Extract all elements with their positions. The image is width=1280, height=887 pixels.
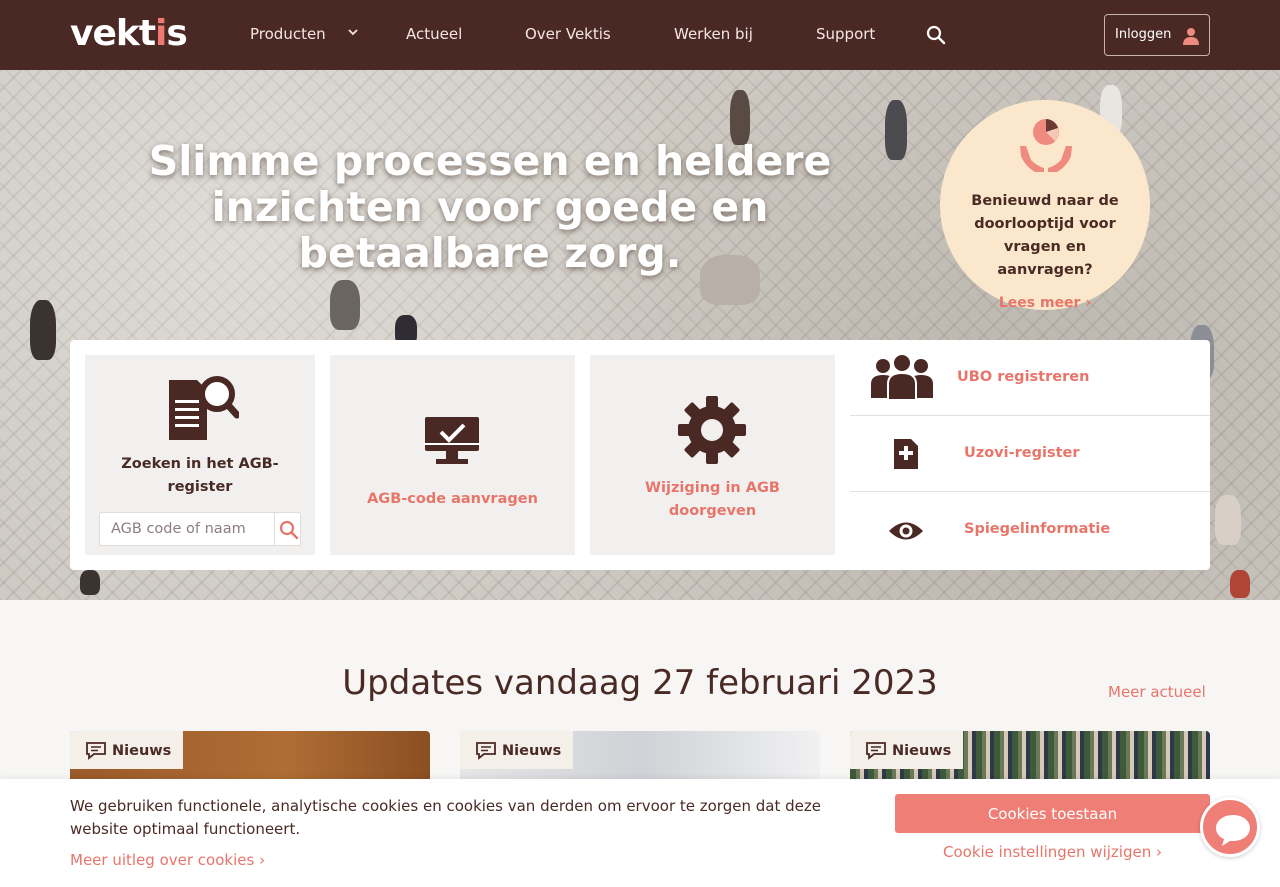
cookie-banner: We gebruiken functionele, analytische co… bbox=[0, 779, 1280, 887]
info-bubble[interactable]: Benieuwd naar de doorlooptijd voor vrage… bbox=[940, 100, 1150, 311]
link-spiegelinformatie[interactable]: Spiegelinformatie bbox=[850, 492, 1210, 568]
vektis-logo[interactable]: vektis bbox=[70, 14, 188, 54]
hero-photo-figure bbox=[330, 280, 360, 330]
news-badge: Nieuws bbox=[70, 731, 183, 769]
nav-support[interactable]: Support bbox=[816, 24, 875, 44]
link-ubo-registreren[interactable]: UBO registreren bbox=[850, 340, 1210, 416]
chat-bubble-icon bbox=[476, 742, 496, 760]
login-button[interactable]: Inloggen bbox=[1104, 14, 1210, 56]
lees-meer-link[interactable]: Lees meer › bbox=[940, 295, 1150, 311]
hero-photo-figure bbox=[885, 100, 907, 160]
agb-search-button[interactable] bbox=[274, 513, 302, 545]
chat-bubble-icon bbox=[86, 742, 106, 760]
cookies-accept-button[interactable]: Cookies toestaan bbox=[895, 794, 1210, 833]
nav-werken-bij[interactable]: Werken bij bbox=[674, 24, 753, 44]
news-badge: Nieuws bbox=[850, 731, 963, 769]
agb-request-label[interactable]: AGB-code aanvragen bbox=[340, 488, 565, 511]
bubble-text: Benieuwd naar de doorlooptijd voor vrage… bbox=[971, 193, 1119, 278]
agb-search-field[interactable] bbox=[99, 512, 301, 546]
nav-over-vektis[interactable]: Over Vektis bbox=[525, 24, 611, 44]
hero-photo-figure bbox=[30, 300, 56, 360]
hero-title: Slimme processen en heldere inzichten vo… bbox=[148, 137, 832, 277]
meer-actueel-link[interactable]: Meer actueel bbox=[1108, 682, 1206, 702]
uzovi-label[interactable]: Uzovi-register bbox=[964, 443, 1080, 463]
link-uzovi-register[interactable]: Uzovi-register bbox=[850, 416, 1210, 492]
chevron-down-icon[interactable] bbox=[348, 27, 358, 37]
news-badge: Nieuws bbox=[460, 731, 573, 769]
hero-photo-figure bbox=[80, 570, 100, 595]
agb-change-label[interactable]: Wijziging in AGB doorgeven bbox=[600, 477, 825, 523]
hero-photo-figure bbox=[1230, 570, 1250, 598]
agb-search-input[interactable] bbox=[100, 513, 272, 545]
user-icon bbox=[1183, 28, 1199, 45]
services-panel: Zoeken in het AGB-register AGB-code aanv… bbox=[70, 340, 1210, 570]
agb-search-tile: Zoeken in het AGB-register bbox=[85, 355, 315, 555]
hands-chart-icon bbox=[1020, 119, 1072, 172]
hero-photo-figure bbox=[1215, 495, 1241, 545]
group-icon bbox=[871, 354, 933, 400]
agb-change-tile[interactable]: Wijziging in AGB doorgeven bbox=[590, 355, 835, 555]
top-navigation: vektis Producten Actueel Over Vektis Wer… bbox=[0, 0, 1280, 70]
chat-bubble-icon bbox=[1216, 815, 1250, 846]
login-label: Inloggen bbox=[1115, 27, 1172, 42]
document-search-icon bbox=[169, 376, 239, 440]
document-plus-icon bbox=[894, 439, 918, 469]
monitor-check-icon bbox=[425, 417, 479, 464]
chat-button[interactable] bbox=[1200, 797, 1260, 857]
updates-heading: Updates vandaag 27 februari 2023 bbox=[342, 663, 938, 703]
cookie-text: We gebruiken functionele, analytische co… bbox=[70, 797, 821, 838]
cookie-info-link[interactable]: Meer uitleg over cookies › bbox=[70, 850, 265, 870]
search-icon bbox=[279, 520, 299, 540]
agb-request-tile[interactable]: AGB-code aanvragen bbox=[330, 355, 575, 555]
gear-icon bbox=[678, 396, 746, 464]
ubo-label[interactable]: UBO registreren bbox=[957, 367, 1089, 387]
nav-producten[interactable]: Producten bbox=[250, 24, 326, 44]
agb-search-label: Zoeken in het AGB-register bbox=[121, 456, 279, 495]
search-icon[interactable] bbox=[926, 25, 946, 45]
cookie-settings-link[interactable]: Cookie instellingen wijzigen › bbox=[895, 842, 1210, 862]
chat-bubble-icon bbox=[866, 742, 886, 760]
nav-actueel[interactable]: Actueel bbox=[406, 24, 462, 44]
eye-icon bbox=[889, 522, 923, 540]
spiegelinformatie-label[interactable]: Spiegelinformatie bbox=[964, 519, 1110, 539]
